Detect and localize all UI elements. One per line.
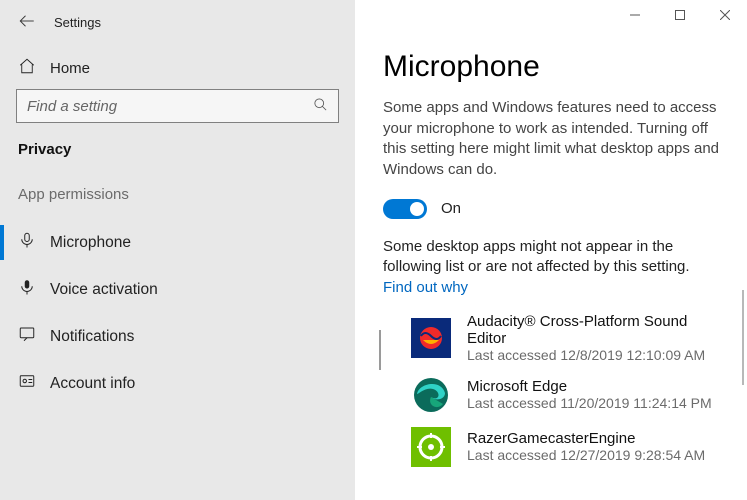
sidebar-item-account-info[interactable]: Account info [0, 360, 355, 407]
app-name: Microsoft Edge [467, 378, 712, 395]
maximize-button[interactable] [657, 0, 702, 30]
nav-list: Microphone Voice activation Notification… [0, 219, 355, 407]
inner-scrollbar[interactable] [379, 330, 381, 370]
content-pane: Microphone Some apps and Windows feature… [355, 0, 747, 500]
window-title: Settings [54, 15, 101, 30]
home-icon [18, 57, 36, 79]
note-prefix: Some desktop apps might not appear in th… [383, 238, 690, 276]
window-controls [612, 0, 747, 30]
sidebar-item-label: Notifications [50, 328, 134, 346]
app-list: Audacity® Cross-Platform Sound Editor La… [383, 313, 719, 467]
app-name: RazerGamecasterEngine [467, 430, 705, 447]
list-item: Audacity® Cross-Platform Sound Editor La… [411, 313, 719, 363]
app-last-accessed: Last accessed 11/20/2019 11:24:14 PM [467, 395, 712, 411]
note-text: Some desktop apps might not appear in th… [383, 237, 719, 299]
minimize-button[interactable] [612, 0, 657, 30]
account-icon [18, 372, 36, 395]
razer-icon [411, 427, 451, 467]
find-out-why-link[interactable]: Find out why [383, 279, 468, 296]
edge-icon [411, 375, 451, 415]
sidebar-item-label: Voice activation [50, 281, 158, 299]
page-description: Some apps and Windows features need to a… [383, 98, 719, 181]
app-last-accessed: Last accessed 12/8/2019 12:10:09 AM [467, 347, 719, 363]
voice-icon [18, 278, 36, 301]
sidebar-item-notifications[interactable]: Notifications [0, 313, 355, 360]
close-button[interactable] [702, 0, 747, 30]
back-icon[interactable] [18, 12, 36, 33]
page-title: Microphone [383, 50, 719, 84]
current-category: Privacy [0, 137, 355, 162]
content-scrollbar[interactable] [742, 290, 744, 385]
audacity-icon [411, 318, 451, 358]
sidebar-item-label: Account info [50, 375, 135, 393]
app-name: Audacity® Cross-Platform Sound Editor [467, 313, 719, 347]
microphone-toggle[interactable] [383, 199, 427, 219]
sidebar-item-label: Microphone [50, 234, 131, 252]
search-icon [313, 97, 328, 115]
sidebar-item-microphone[interactable]: Microphone [0, 219, 355, 266]
home-nav[interactable]: Home [0, 47, 355, 89]
search-input[interactable] [16, 89, 339, 123]
group-header: App permissions [0, 162, 355, 213]
list-item: Microsoft Edge Last accessed 11/20/2019 … [411, 375, 719, 415]
sidebar: Settings Home Privacy App permissions [0, 0, 355, 500]
search-field[interactable] [27, 98, 313, 115]
toggle-state-label: On [441, 200, 461, 217]
microphone-icon [18, 231, 36, 254]
notifications-icon [18, 325, 36, 348]
sidebar-item-voice-activation[interactable]: Voice activation [0, 266, 355, 313]
app-last-accessed: Last accessed 12/27/2019 9:28:54 AM [467, 447, 705, 463]
home-label: Home [50, 60, 90, 77]
list-item: RazerGamecasterEngine Last accessed 12/2… [411, 427, 719, 467]
